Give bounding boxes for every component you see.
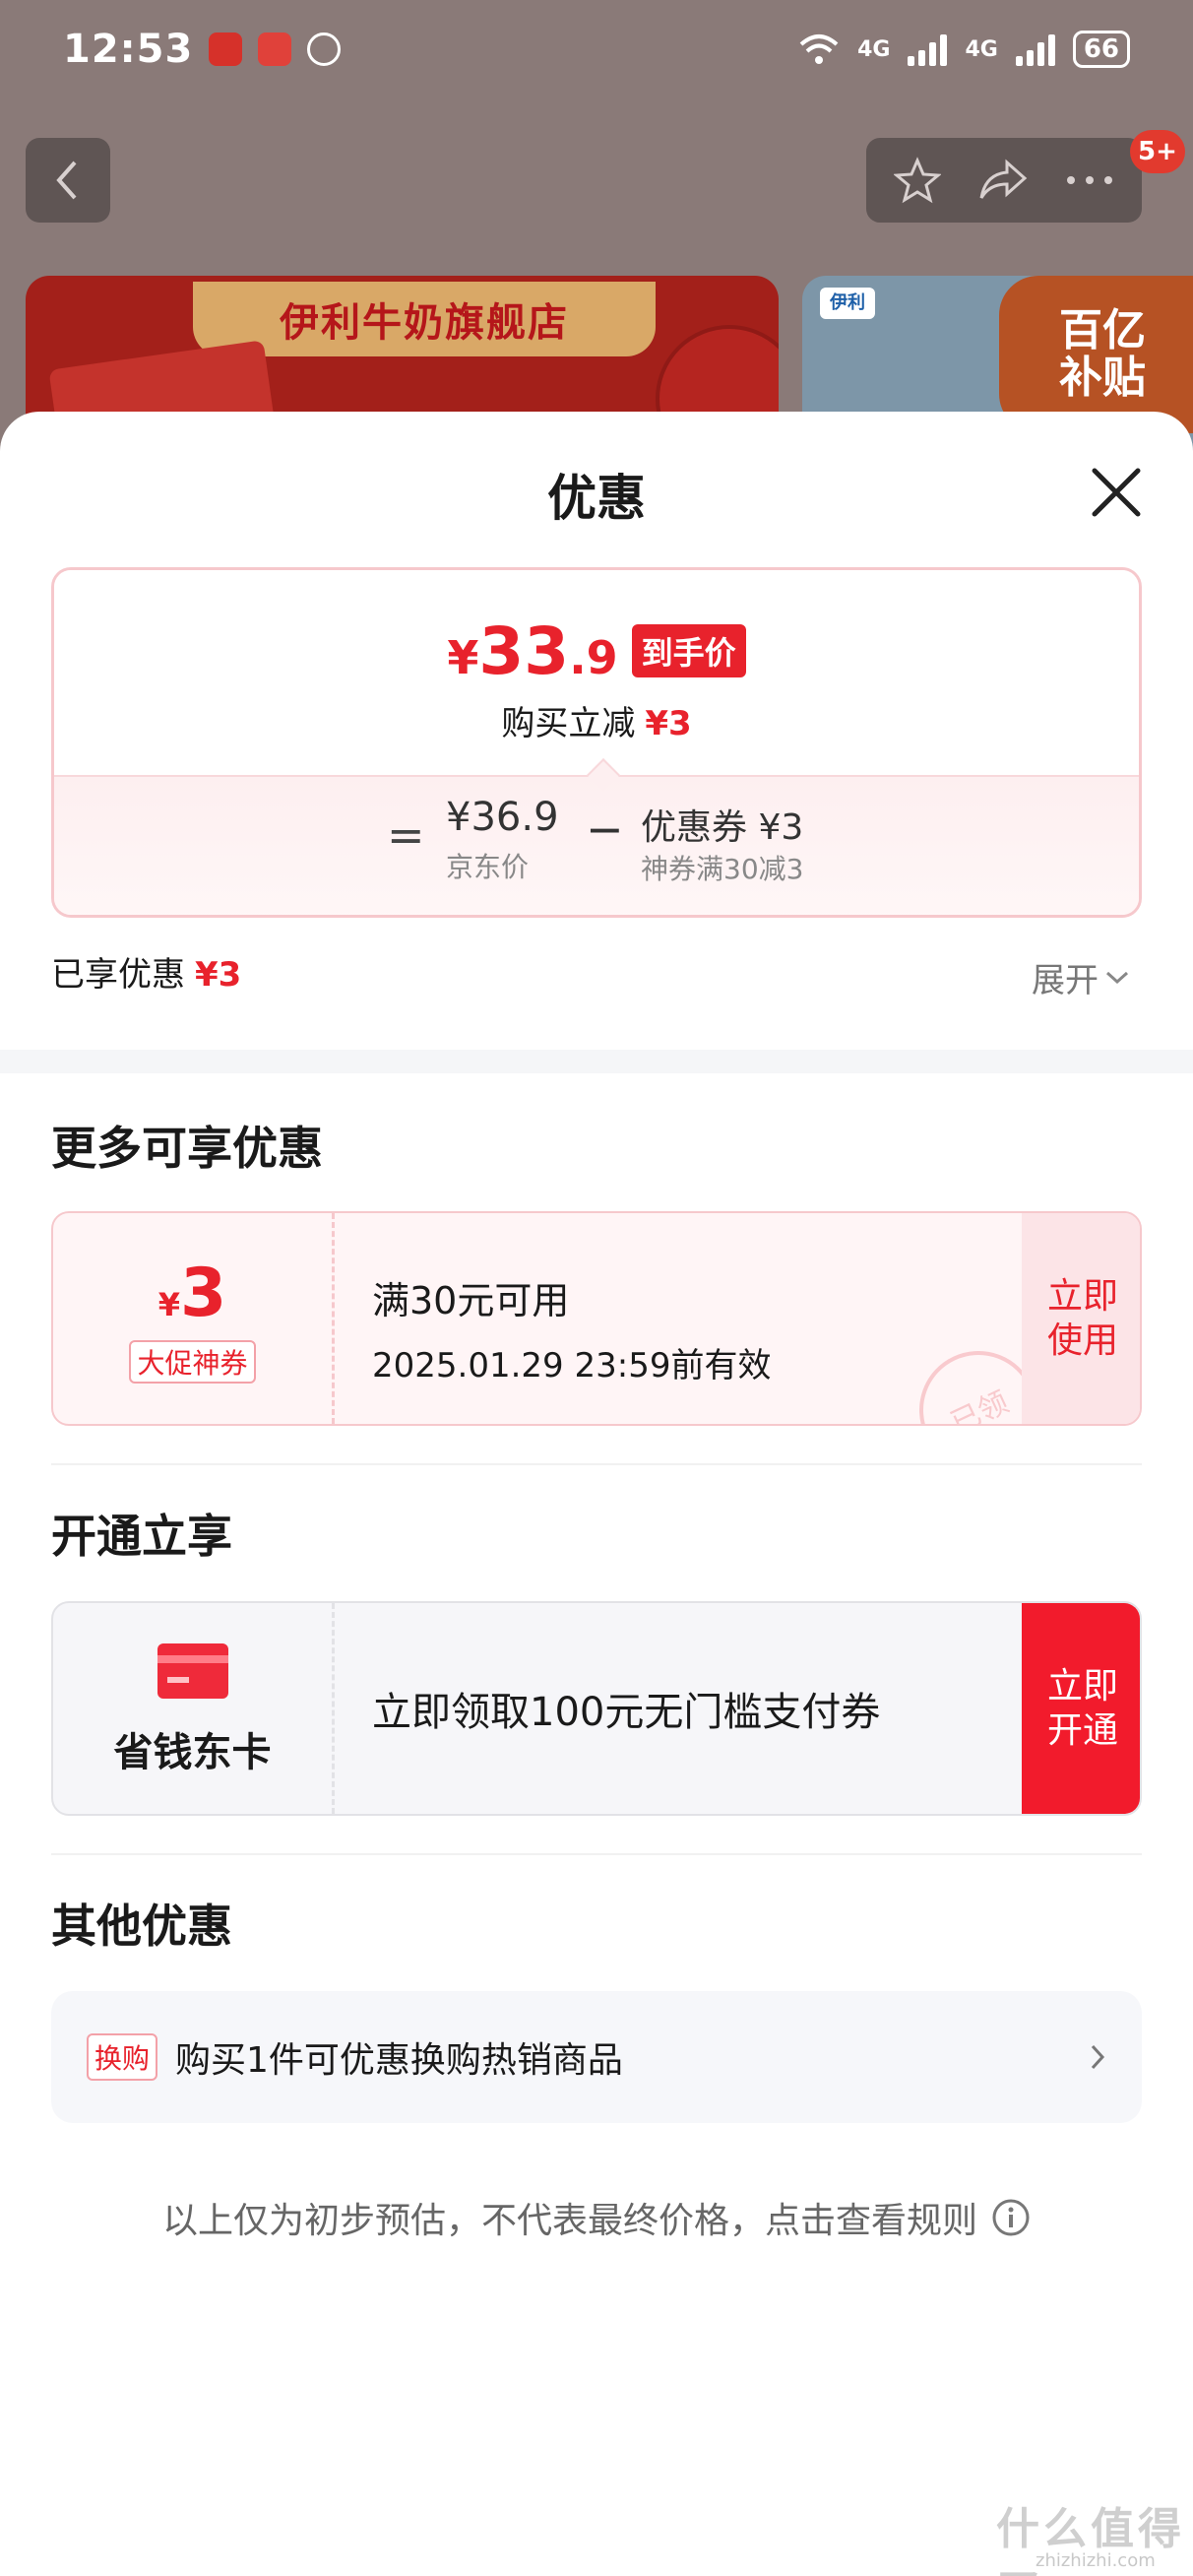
- background-page: 12:53 4G 4G 66 5+ 伊利牛奶旗舰店 伊利 百亿 补贴: [0, 0, 1193, 463]
- more-icon[interactable]: [1065, 174, 1114, 186]
- coupon-currency: ¥: [157, 1285, 180, 1323]
- disclaimer-text: 以上仅为初步预估，不代表最终价格，点击查看规则: [161, 2201, 977, 2241]
- divider: [51, 1463, 1142, 1465]
- battery-icon: 66: [1072, 31, 1130, 68]
- divider: [51, 1853, 1142, 1855]
- subsidy-line-1: 百亿: [1059, 304, 1146, 355]
- open-membership-button[interactable]: 立即开通: [1022, 1603, 1140, 1814]
- price-breakdown-card: ¥ 33 .9 到手价 购买立减 ¥3 = ¥36.9 京东价 − 优惠券 ¥3 …: [51, 567, 1142, 918]
- brand-logo: 伊利: [820, 288, 875, 319]
- final-price-integer: 33: [478, 613, 570, 689]
- more-discounts-title: 更多可享优惠: [51, 1122, 323, 1175]
- instant-discount-label: 购买立减: [501, 704, 636, 743]
- coupon-deduction: 优惠券 ¥3: [641, 807, 804, 848]
- chevron-down-icon: [1105, 971, 1129, 984]
- coupon-deduction-desc: 神券满30减3: [641, 853, 804, 885]
- notification-badge: 5+: [1130, 130, 1185, 173]
- currency-symbol: ¥: [447, 631, 479, 684]
- trade-in-offer[interactable]: 换购 购买1件可优惠换购热销商品: [51, 1991, 1142, 2123]
- speed-icon: [307, 32, 342, 66]
- trade-in-text: 购买1件可优惠换购热销商品: [175, 2040, 623, 2081]
- expand-label: 展开: [1032, 961, 1099, 1000]
- coupon-value: ¥ 3 大促神券: [53, 1213, 335, 1424]
- subsidy-badge: 百亿 补贴: [999, 276, 1193, 433]
- coupon-details: 满30元可用 2025.01.29 23:59前有效: [372, 1270, 771, 1386]
- membership-desc: 立即领取100元无门槛支付券: [372, 1690, 881, 1735]
- final-price-decimal: .9: [569, 631, 618, 684]
- coupon-validity: 2025.01.29 23:59前有效: [372, 1346, 772, 1385]
- enjoyed-label: 已享优惠: [51, 955, 185, 995]
- final-price: ¥ 33 .9 到手价: [54, 613, 1139, 689]
- discount-sheet: 优惠 ¥ 33 .9 到手价 购买立减 ¥3 = ¥36.9 京东价 − 优惠券 …: [0, 412, 1193, 2576]
- membership-card[interactable]: 省钱东卡 立即领取100元无门槛支付券 立即开通: [51, 1601, 1142, 1816]
- rules-link[interactable]: 以上仅为初步预估，不代表最终价格，点击查看规则: [0, 2192, 1193, 2243]
- app-notification-icon: [209, 32, 243, 66]
- network-label-2: 4G: [965, 36, 998, 62]
- minus-sign: −: [586, 803, 624, 856]
- status-time: 12:53: [63, 27, 194, 72]
- other-discounts-title: 其他优惠: [51, 1900, 232, 1953]
- trade-in-tag: 换购: [87, 2033, 158, 2081]
- use-coupon-button[interactable]: 立即使用: [1022, 1213, 1140, 1424]
- equals-sign: =: [387, 808, 425, 862]
- jd-price-label: 京东价: [446, 851, 530, 883]
- chevron-right-icon: [1091, 2044, 1105, 2070]
- watermark-url: zhizhizhi.com: [1036, 2550, 1156, 2571]
- enjoyed-amount: ¥3: [195, 955, 242, 995]
- coupon-type-tag: 大促神券: [129, 1339, 256, 1384]
- network-label-1: 4G: [857, 36, 891, 62]
- app-notification-icon: [258, 32, 292, 66]
- chevron-left-icon: [56, 161, 77, 200]
- sheet-title: 优惠: [547, 470, 646, 527]
- close-icon[interactable]: [1085, 461, 1148, 524]
- star-icon[interactable]: [894, 157, 942, 204]
- signal-icon: [1015, 32, 1055, 66]
- coupon-amount: 3: [179, 1254, 227, 1332]
- section-divider: [0, 1050, 1193, 1073]
- card-icon: [157, 1643, 228, 1699]
- share-icon[interactable]: [977, 159, 1029, 202]
- back-button[interactable]: [26, 138, 110, 223]
- open-enjoy-title: 开通立享: [51, 1510, 232, 1563]
- nav-actions: [866, 138, 1142, 223]
- instant-discount: 购买立减 ¥3: [54, 696, 1139, 744]
- coupon-condition: 满30元可用: [372, 1279, 570, 1322]
- info-icon: [992, 2199, 1030, 2236]
- jd-price: ¥36.9: [446, 795, 559, 840]
- subsidy-line-2: 补贴: [1059, 353, 1146, 403]
- membership-name: 省钱东卡: [113, 1730, 272, 1775]
- expand-button[interactable]: 展开: [1032, 953, 1130, 1001]
- instant-discount-amount: ¥3: [645, 704, 692, 743]
- membership-brand: 省钱东卡: [53, 1603, 335, 1814]
- signal-icon: [908, 32, 948, 66]
- final-price-tag: 到手价: [631, 624, 746, 677]
- wifi-icon: [799, 34, 839, 64]
- coupon-card[interactable]: ¥ 3 大促神券 满30元可用 2025.01.29 23:59前有效 已领 立…: [51, 1211, 1142, 1426]
- enjoyed-discount: 已享优惠 ¥3: [51, 947, 241, 996]
- status-bar: 12:53 4G 4G 66: [0, 0, 1193, 98]
